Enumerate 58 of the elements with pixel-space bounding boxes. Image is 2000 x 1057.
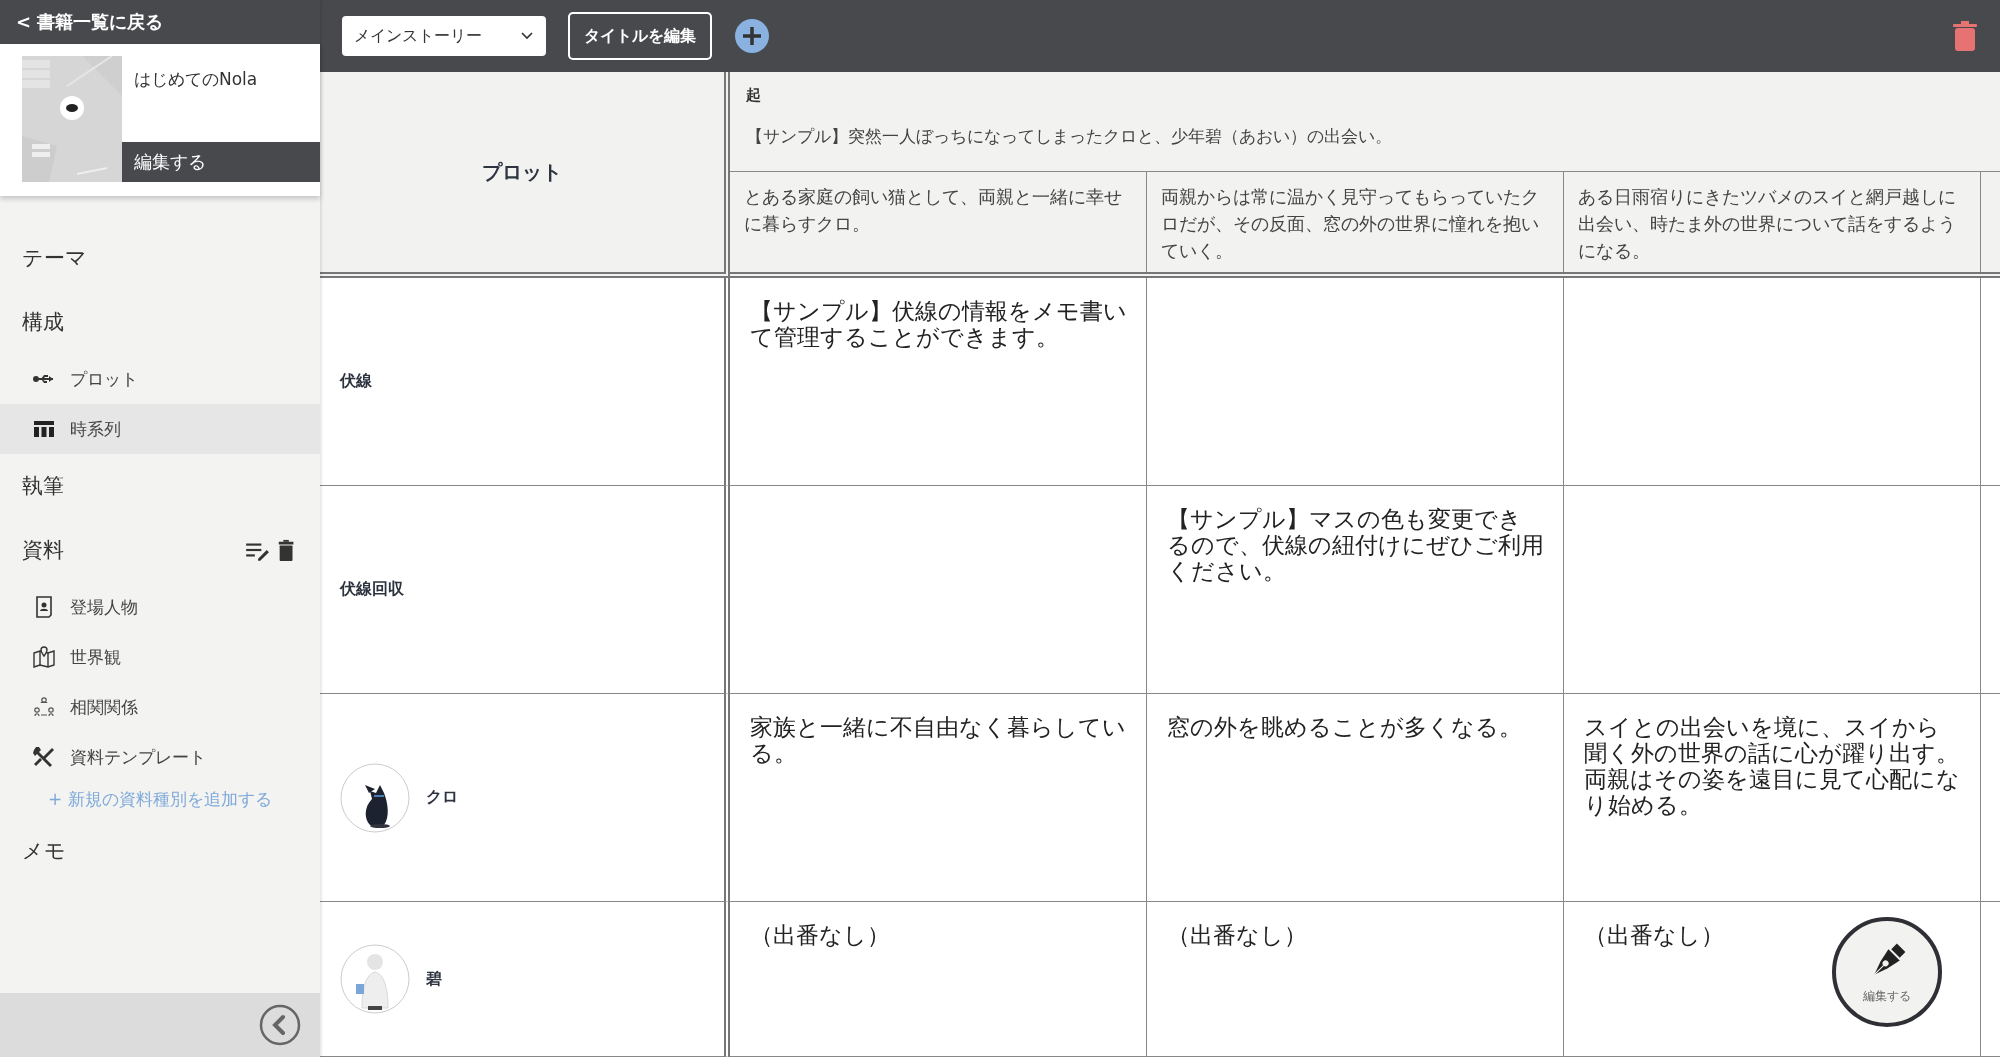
people-relation-icon [32, 695, 56, 719]
nav-item-label: 資料テンプレート [70, 745, 206, 769]
act-summary: 【サンプル】突然一人ぼっちになってしまったクロと、少年碧（あおい）の出会い。 [746, 125, 1393, 148]
collapse-icon [258, 1003, 302, 1047]
row-label: 伏線回収 [340, 579, 404, 600]
nav-item[interactable]: 時系列 [0, 404, 320, 454]
table-cell[interactable] [730, 486, 1147, 694]
add-icon [734, 18, 770, 54]
act-title: 起 [746, 86, 762, 105]
edit-title-button[interactable]: タイトルを編集 [568, 12, 712, 60]
nav-heading[interactable]: 執筆 [22, 472, 298, 500]
cell-text: 【サンプル】マスの色も変更できるので、伏線の紐付けにぜひご利用ください。 [1167, 506, 1545, 584]
nav-item[interactable]: 相関関係 [0, 682, 320, 732]
nav-item-label: プロット [70, 367, 138, 391]
nav-item-label: 登場人物 [70, 595, 138, 619]
tools-icon [32, 745, 56, 769]
table-cell[interactable] [1564, 278, 1981, 486]
book-title: はじめてのNola [134, 68, 258, 90]
nav-heading[interactable]: メモ [22, 837, 298, 865]
table-cell[interactable] [1564, 486, 1981, 694]
cell-text: 家族と一緒に不自由なく暮らしている。 [750, 714, 1127, 766]
header-label: プロット [482, 158, 562, 186]
nav-heading[interactable]: 構成 [22, 308, 298, 336]
cell-text: （出番なし） [1167, 922, 1308, 948]
table-cell[interactable]: 家族と一緒に不自由なく暮らしている。 [730, 694, 1147, 902]
table-cell[interactable]: 【サンプル】伏線の情報をメモ書いて管理することができます。 [730, 278, 1147, 486]
nav-item-label: 相関関係 [70, 695, 138, 719]
nav-item[interactable]: 世界観 [0, 632, 320, 682]
plot-column-header: とある家庭の飼い猫として、両親と一緒に幸せに暮らすクロ。 [730, 172, 1147, 272]
cell-text: （出番なし） [750, 922, 891, 948]
nav-item[interactable]: 登場人物 [0, 582, 320, 632]
nav-item[interactable]: プロット [0, 354, 320, 404]
table-cell[interactable]: 【サンプル】マスの色も変更できるので、伏線の紐付けにぜひご利用ください。 [1147, 486, 1564, 694]
nav-item-label: 時系列 [70, 417, 121, 441]
nav-heading[interactable]: テーマ [22, 244, 298, 272]
story-select[interactable]: メインストーリー [342, 16, 546, 56]
plot-column-header: ある日雨宿りにきたツバメのスイと網戸越しに出会い、時たま外の世界について話をするようになる。 [1564, 172, 1981, 272]
cell-text: スイとの出会いを境に、スイから聞く外の世界の話に心が躍り出す。両親はその姿を遠目に見て心配になり始める。 [1584, 714, 1961, 818]
row-label: クロ [426, 787, 458, 808]
nav-item-label: 世界観 [70, 645, 121, 669]
caret-icon [520, 31, 534, 41]
row-label: 碧 [426, 968, 442, 990]
trash-icon [1952, 20, 1978, 52]
table-cell[interactable]: 窓の外を眺めることが多くなる。 [1147, 694, 1564, 902]
cell-text: 【サンプル】伏線の情報をメモ書いて管理することができます。 [750, 298, 1128, 350]
table-cell[interactable]: （出番なし） [1147, 902, 1564, 1057]
map-pin-icon [32, 645, 56, 669]
nav-heading[interactable]: 資料 [22, 536, 244, 564]
nav-item[interactable]: 資料テンプレート [0, 732, 320, 782]
table-cell[interactable]: スイとの出会いを境に、スイから聞く外の世界の話に心が躍り出す。両親はその姿を遠目に見て心配になり始める。 [1564, 694, 1981, 902]
cell-text: （出番なし） [1584, 922, 1725, 948]
table-cell[interactable]: （出番なし） [730, 902, 1147, 1057]
row-label: 伏線 [340, 371, 372, 392]
table-cell[interactable] [1147, 278, 1564, 486]
back-link[interactable]: < 書籍一覧に戻る [0, 0, 320, 44]
plot-column-header: 両親からは常に温かく見守ってもらっていたクロだが、その反面、窓の外の世界に憧れを抱いていく。 [1147, 172, 1564, 272]
book-edit-button[interactable]: 編集する [122, 142, 320, 182]
cell-text: 窓の外を眺めることが多くなる。 [1167, 714, 1523, 740]
